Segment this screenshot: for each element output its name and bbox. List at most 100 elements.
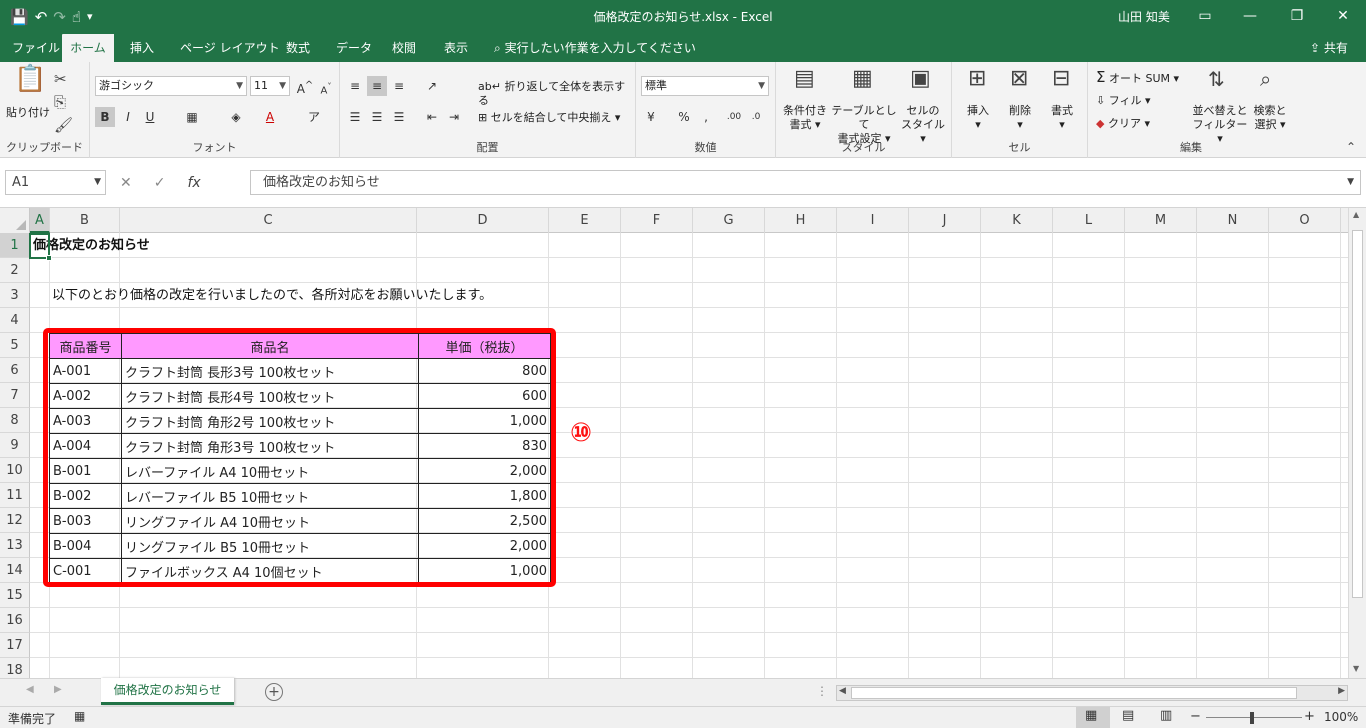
column-header-b[interactable]: B [50,208,120,233]
row-header-9[interactable]: 9 [0,433,30,458]
align-bottom-icon[interactable]: ≡ [389,76,409,96]
find-select-button[interactable]: 検索と 選択 ▾ [1250,104,1290,132]
horizontal-scroll-thumb[interactable] [851,687,1297,699]
row-header-4[interactable]: 4 [0,308,30,333]
tab-view[interactable]: 表示 [440,34,472,62]
grow-font-icon[interactable]: A^ [295,76,315,96]
enter-icon[interactable]: ✓ [154,175,166,191]
scroll-right-icon[interactable]: ▶ [1338,686,1345,696]
align-middle-icon[interactable]: ≡ [367,76,387,96]
row-header-6[interactable]: 6 [0,358,30,383]
column-header-n[interactable]: N [1197,208,1269,233]
page-break-view-icon[interactable]: ▥ [1160,708,1172,723]
wrap-text-button[interactable]: ab↵ 折り返して全体を表示する [478,80,635,108]
row-header-7[interactable]: 7 [0,383,30,408]
split-handle-icon[interactable]: ⋮ [816,684,828,698]
fill-color-icon[interactable]: ◈ [226,107,246,127]
share-button[interactable]: ⇪ 共有 [1310,34,1348,62]
expand-formula-icon[interactable]: ▼ [1347,171,1354,194]
ribbon-display-options-icon[interactable]: ▭ [1190,5,1220,27]
align-right-icon[interactable]: ☰ [389,107,409,127]
column-header-e[interactable]: E [549,208,621,233]
row-header-12[interactable]: 12 [0,508,30,533]
formula-input[interactable]: 価格改定のお知らせ ▼ [250,170,1361,195]
tell-me-box[interactable]: ⌕ 実行したい作業を入力してください [494,34,696,62]
decrease-decimal-icon[interactable]: .0 [746,107,766,127]
vertical-scroll-thumb[interactable] [1352,230,1363,598]
format-painter-icon[interactable]: 🖌 [54,116,73,134]
format-cells-icon[interactable]: ⊟ [1052,68,1070,90]
zoom-slider-thumb[interactable] [1250,712,1254,724]
add-sheet-icon[interactable]: + [265,683,283,701]
insert-cells-button[interactable]: 挿入 ▾ [960,104,996,132]
phonetic-icon[interactable]: ア [304,107,324,127]
decrease-indent-icon[interactable]: ⇤ [422,107,442,127]
row-header-17[interactable]: 17 [0,633,30,658]
column-header-o[interactable]: O [1269,208,1341,233]
column-header-l[interactable]: L [1053,208,1125,233]
column-header-c[interactable]: C [120,208,417,233]
number-format-select[interactable]: 標準 ▼ [641,76,769,96]
font-name-select[interactable]: 游ゴシック ▼ [95,76,247,96]
conditional-formatting-button[interactable]: 条件付き 書式 ▾ [778,104,832,132]
format-as-table-icon[interactable]: ▦ [852,68,873,90]
zoom-in-icon[interactable]: + [1304,709,1315,724]
cut-icon[interactable]: ✂ [54,70,67,88]
paste-button[interactable]: 貼り付け [4,106,52,120]
sort-filter-icon[interactable]: ⇅ [1208,69,1225,89]
orientation-icon[interactable]: ↗ [422,76,442,96]
zoom-out-icon[interactable]: − [1190,709,1201,724]
delete-cells-icon[interactable]: ⊠ [1010,68,1028,90]
column-header-a[interactable]: A [30,208,50,233]
column-header-m[interactable]: M [1125,208,1197,233]
minimize-icon[interactable]: — [1235,5,1265,27]
row-header-13[interactable]: 13 [0,533,30,558]
increase-decimal-icon[interactable]: .00 [724,107,744,127]
font-color-icon[interactable]: A [260,107,280,127]
conditional-formatting-icon[interactable]: ▤ [794,68,815,90]
column-header-g[interactable]: G [693,208,765,233]
row-header-14[interactable]: 14 [0,558,30,583]
row-header-15[interactable]: 15 [0,583,30,608]
copy-icon[interactable]: ⎘ [54,93,66,111]
cell-b3-intro[interactable]: 以下のとおり価格の改定を行いましたので、各所対応をお願いいたします。 [52,283,492,308]
insert-function-icon[interactable]: fx [187,175,200,191]
clear-button[interactable]: ◆ クリア ▾ [1096,117,1150,131]
align-left-icon[interactable]: ☰ [345,107,365,127]
worksheet-grid[interactable]: ABCDEFGHIJKLMNO 1 2 3 4 5 6 7 8 9 10 11 12 13 14 15 16 1… [0,208,1348,678]
font-size-select[interactable]: 11 ▼ [250,76,290,96]
delete-cells-button[interactable]: 削除 ▾ [1002,104,1038,132]
user-name[interactable]: 山田 知美 [1118,8,1170,25]
comma-style-icon[interactable]: , [696,107,716,127]
row-header-8[interactable]: 8 [0,408,30,433]
collapse-ribbon-icon[interactable]: ⌃ [1346,138,1356,156]
prev-sheet-icon[interactable]: ◀ [26,684,34,695]
format-cells-button[interactable]: 書式 ▾ [1044,104,1080,132]
underline-icon[interactable]: U [140,107,160,127]
accounting-format-icon[interactable]: ¥ [641,107,661,127]
restore-icon[interactable]: ❐ [1282,5,1312,27]
merge-center-button[interactable]: ⊞ セルを結合して中央揃え ▾ [478,111,620,125]
normal-view-icon[interactable]: ▦ [1085,708,1097,723]
fill-button[interactable]: ⇩ フィル ▾ [1096,94,1151,108]
row-header-16[interactable]: 16 [0,608,30,633]
column-header-h[interactable]: H [765,208,837,233]
row-header-5[interactable]: 5 [0,333,30,358]
row-header-11[interactable]: 11 [0,483,30,508]
row-header-3[interactable]: 3 [0,283,30,308]
row-header-18[interactable]: 18 [0,658,30,678]
tab-insert[interactable]: 挿入 [126,34,158,62]
zoom-slider[interactable] [1206,717,1302,718]
align-center-icon[interactable]: ☰ [367,107,387,127]
next-sheet-icon[interactable]: ▶ [54,684,62,695]
vertical-scrollbar[interactable]: ▲ ▼ [1348,208,1366,678]
sheet-tab-active[interactable]: 価格改定のお知らせ [101,678,234,705]
fill-handle[interactable] [46,255,52,261]
percent-icon[interactable]: % [674,107,694,127]
cancel-icon[interactable]: ✕ [120,175,132,191]
increase-indent-icon[interactable]: ⇥ [444,107,464,127]
tab-review[interactable]: 校閲 [388,34,420,62]
row-header-10[interactable]: 10 [0,458,30,483]
tab-home[interactable]: ホーム [62,34,114,62]
paste-icon[interactable]: 📋 [14,66,46,92]
